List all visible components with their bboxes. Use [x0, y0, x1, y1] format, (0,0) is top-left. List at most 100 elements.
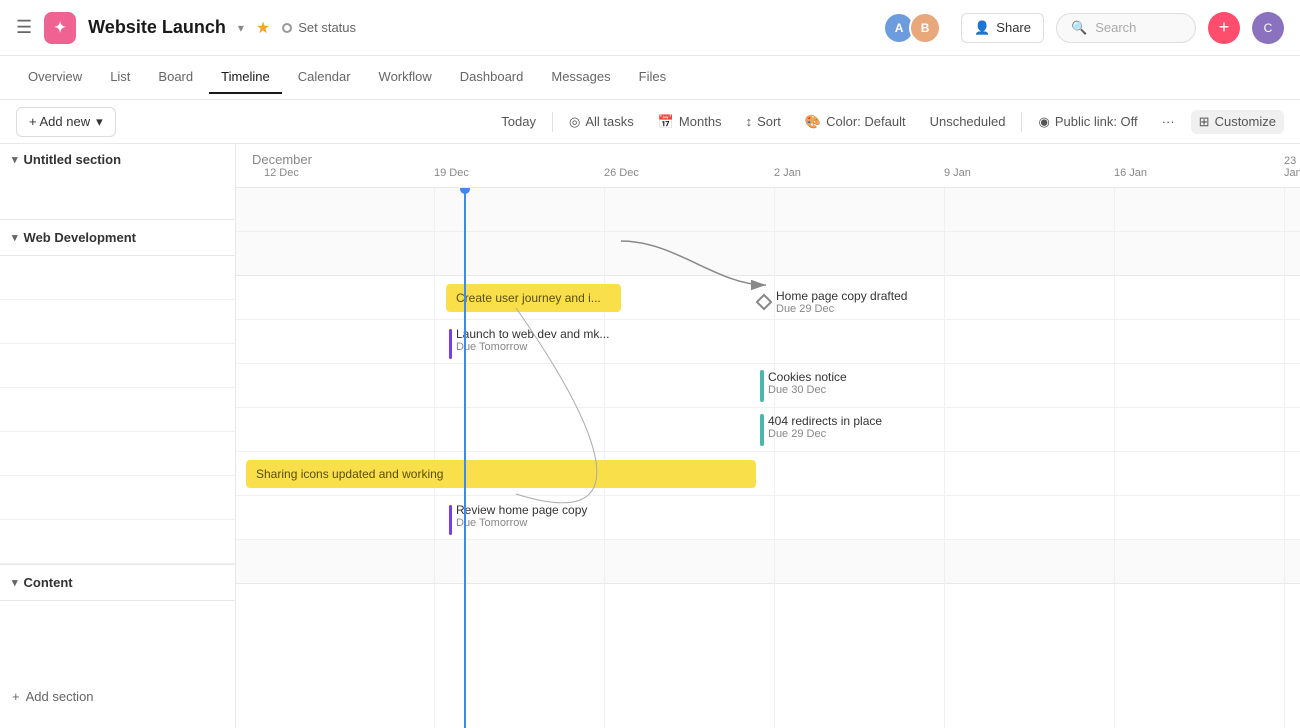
- plus-icon: +: [12, 689, 20, 704]
- color-button[interactable]: 🎨 Color: Default: [797, 110, 914, 134]
- task-due-404: Due 29 Dec: [768, 428, 882, 440]
- date-19dec: 19 Dec: [434, 167, 469, 179]
- app-logo: ✦: [44, 12, 76, 44]
- search-box[interactable]: 🔍 Search: [1056, 13, 1196, 43]
- customize-icon: ⊞: [1199, 114, 1210, 130]
- tab-workflow[interactable]: Workflow: [367, 61, 444, 94]
- tab-list[interactable]: List: [98, 61, 142, 94]
- customize-button[interactable]: ⊞ Customize: [1191, 110, 1284, 134]
- task-due-cookies: Due 30 Dec: [768, 384, 847, 396]
- toolbar-separator: [552, 112, 553, 132]
- task-due-home-page-copy: Due 29 Dec: [776, 303, 907, 315]
- tab-dashboard[interactable]: Dashboard: [448, 61, 536, 94]
- chevron-down-icon: ▾: [96, 114, 103, 130]
- purple-bar-launch: [449, 329, 452, 359]
- tab-files[interactable]: Files: [627, 61, 678, 94]
- timeline-area: December 12 Dec 19 Dec 26 Dec 2 Jan 9 Ja…: [236, 144, 1300, 728]
- tab-timeline[interactable]: Timeline: [209, 61, 282, 94]
- link-icon: ◉: [1038, 114, 1049, 130]
- month-label: December: [252, 152, 312, 167]
- more-options-button[interactable]: ···: [1154, 110, 1183, 133]
- task-item-404[interactable]: 404 redirects in place Due 29 Dec: [760, 414, 882, 446]
- nav-tabs: Overview List Board Timeline Calendar Wo…: [0, 56, 1300, 100]
- task-row-create-user-journey: Create user journey and i... Home page c…: [236, 276, 1300, 320]
- public-link-button[interactable]: ◉ Public link: Off: [1030, 110, 1145, 134]
- all-tasks-filter[interactable]: ◎ All tasks: [561, 110, 642, 134]
- chevron-down-icon[interactable]: ▾: [238, 21, 244, 35]
- sort-button[interactable]: ↕ Sort: [738, 110, 789, 133]
- date-9jan: 9 Jan: [944, 167, 971, 179]
- task-row-left-2: [0, 300, 235, 344]
- task-label-home-page-copy: Home page copy drafted: [776, 289, 907, 303]
- task-row-review: Review home page copy Due Tomorrow: [236, 496, 1300, 540]
- tab-overview[interactable]: Overview: [16, 61, 94, 94]
- task-row-left-4: [0, 388, 235, 432]
- untitled-section-row: [236, 188, 1300, 232]
- task-bar-sharing-icons[interactable]: Sharing icons updated and working: [246, 460, 756, 488]
- top-bar: ☰ ✦ Website Launch ▾ ★ Set status A B 👤 …: [0, 0, 1300, 56]
- task-item-home-page-copy[interactable]: Home page copy drafted Due 29 Dec: [756, 289, 907, 315]
- task-label-launch: Launch to web dev and mk...: [456, 327, 609, 341]
- avatar-user2[interactable]: B: [909, 12, 941, 44]
- task-row-left-5: [0, 432, 235, 476]
- task-item-review[interactable]: Review home page copy Due Tomorrow: [449, 503, 587, 535]
- section-web-development[interactable]: ▾ Web Development: [0, 219, 235, 256]
- collapse-icon-webdev: ▾: [12, 231, 18, 244]
- task-row-left-7: [0, 520, 235, 564]
- collapse-icon-content: ▾: [12, 576, 18, 589]
- hamburger-icon[interactable]: ☰: [16, 17, 32, 38]
- unscheduled-button[interactable]: Unscheduled: [922, 110, 1014, 133]
- task-row-cookies: Cookies notice Due 30 Dec: [236, 364, 1300, 408]
- task-row-404: 404 redirects in place Due 29 Dec: [236, 408, 1300, 452]
- current-user-avatar[interactable]: C: [1252, 12, 1284, 44]
- task-item-launch-webdev[interactable]: Launch to web dev and mk... Due Tomorrow: [449, 327, 609, 359]
- star-icon[interactable]: ★: [256, 18, 270, 38]
- task-row-launch-webdev: Launch to web dev and mk... Due Tomorrow: [236, 320, 1300, 364]
- sort-icon: ↕: [746, 114, 753, 129]
- main-content: ▾ Untitled section ▾ Web Development ▾ C…: [0, 144, 1300, 728]
- section-content[interactable]: ▾ Content: [0, 564, 235, 601]
- today-line: [464, 188, 466, 728]
- date-2jan: 2 Jan: [774, 167, 801, 179]
- task-bar-create-user-journey[interactable]: Create user journey and i...: [446, 284, 621, 312]
- teal-bar-404: [760, 414, 764, 446]
- toolbar: + Add new ▾ Today ◎ All tasks 📅 Months ↕…: [0, 100, 1300, 144]
- date-16jan: 16 Jan: [1114, 167, 1147, 179]
- timeline-header: December 12 Dec 19 Dec 26 Dec 2 Jan 9 Ja…: [236, 144, 1300, 188]
- task-label-review: Review home page copy: [456, 503, 587, 517]
- color-icon: 🎨: [805, 114, 821, 130]
- task-due-launch: Due Tomorrow: [456, 341, 609, 353]
- timeline-body: Create user journey and i... Home page c…: [236, 188, 1300, 728]
- task-label-404: 404 redirects in place: [768, 414, 882, 428]
- tab-board[interactable]: Board: [146, 61, 205, 94]
- add-new-button[interactable]: + Add new ▾: [16, 107, 116, 137]
- months-view[interactable]: 📅 Months: [650, 110, 730, 134]
- date-26dec: 26 Dec: [604, 167, 639, 179]
- untitled-section-spacer: [0, 175, 235, 219]
- avatars-group: A B: [883, 12, 941, 44]
- left-panel: ▾ Untitled section ▾ Web Development ▾ C…: [0, 144, 236, 728]
- project-title: Website Launch: [88, 17, 226, 38]
- today-button[interactable]: Today: [493, 110, 544, 133]
- collapse-icon: ▾: [12, 153, 18, 166]
- task-row-left-3: [0, 344, 235, 388]
- share-button[interactable]: 👤 Share: [961, 13, 1044, 43]
- add-section-button[interactable]: + Add section: [0, 681, 235, 712]
- filter-icon: ◎: [569, 114, 580, 130]
- tab-messages[interactable]: Messages: [539, 61, 622, 94]
- task-row-left-1: [0, 256, 235, 300]
- teal-bar-cookies: [760, 370, 764, 402]
- set-status-button[interactable]: Set status: [282, 20, 356, 35]
- plus-button[interactable]: +: [1208, 12, 1240, 44]
- webdev-section-row: [236, 232, 1300, 276]
- date-12dec: 12 Dec: [264, 167, 299, 179]
- task-item-cookies[interactable]: Cookies notice Due 30 Dec: [760, 370, 847, 402]
- date-23jan: 23 Jan: [1284, 155, 1300, 179]
- content-section-row: [236, 540, 1300, 584]
- task-label-cookies: Cookies notice: [768, 370, 847, 384]
- toolbar-separator-2: [1021, 112, 1022, 132]
- status-dot: [282, 23, 292, 33]
- tab-calendar[interactable]: Calendar: [286, 61, 363, 94]
- section-untitled[interactable]: ▾ Untitled section: [0, 144, 235, 175]
- task-due-review: Due Tomorrow: [456, 517, 587, 529]
